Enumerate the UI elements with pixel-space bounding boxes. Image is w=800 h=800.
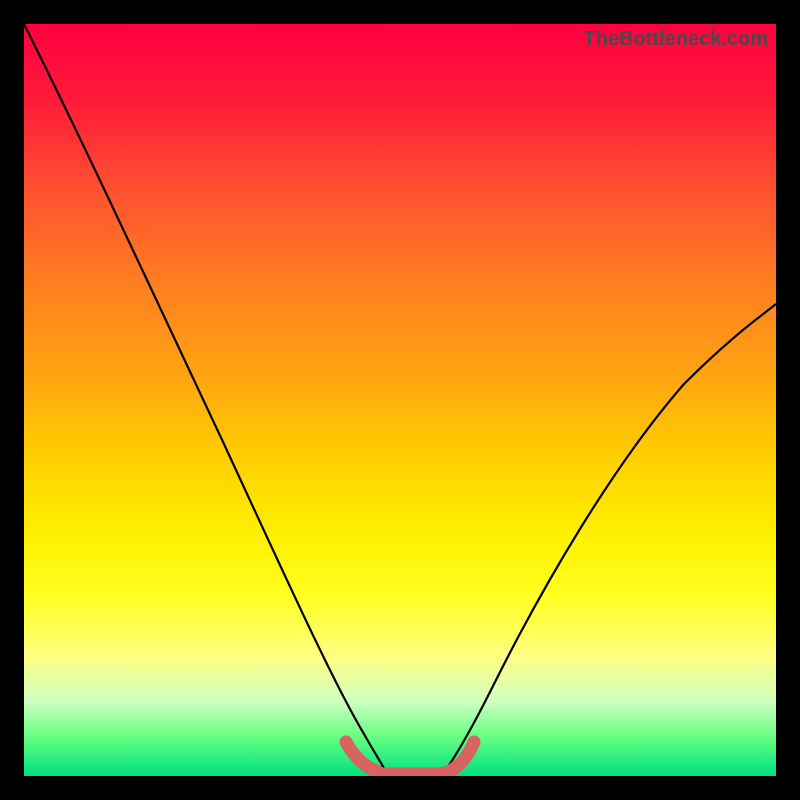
watermark-label: TheBottleneck.com <box>584 28 768 51</box>
right-curve <box>444 304 776 772</box>
chart-svg <box>24 24 776 776</box>
chart-frame: TheBottleneck.com <box>0 0 800 800</box>
plot-area: TheBottleneck.com <box>24 24 776 776</box>
left-curve <box>24 24 386 772</box>
curve-layer <box>24 24 776 774</box>
